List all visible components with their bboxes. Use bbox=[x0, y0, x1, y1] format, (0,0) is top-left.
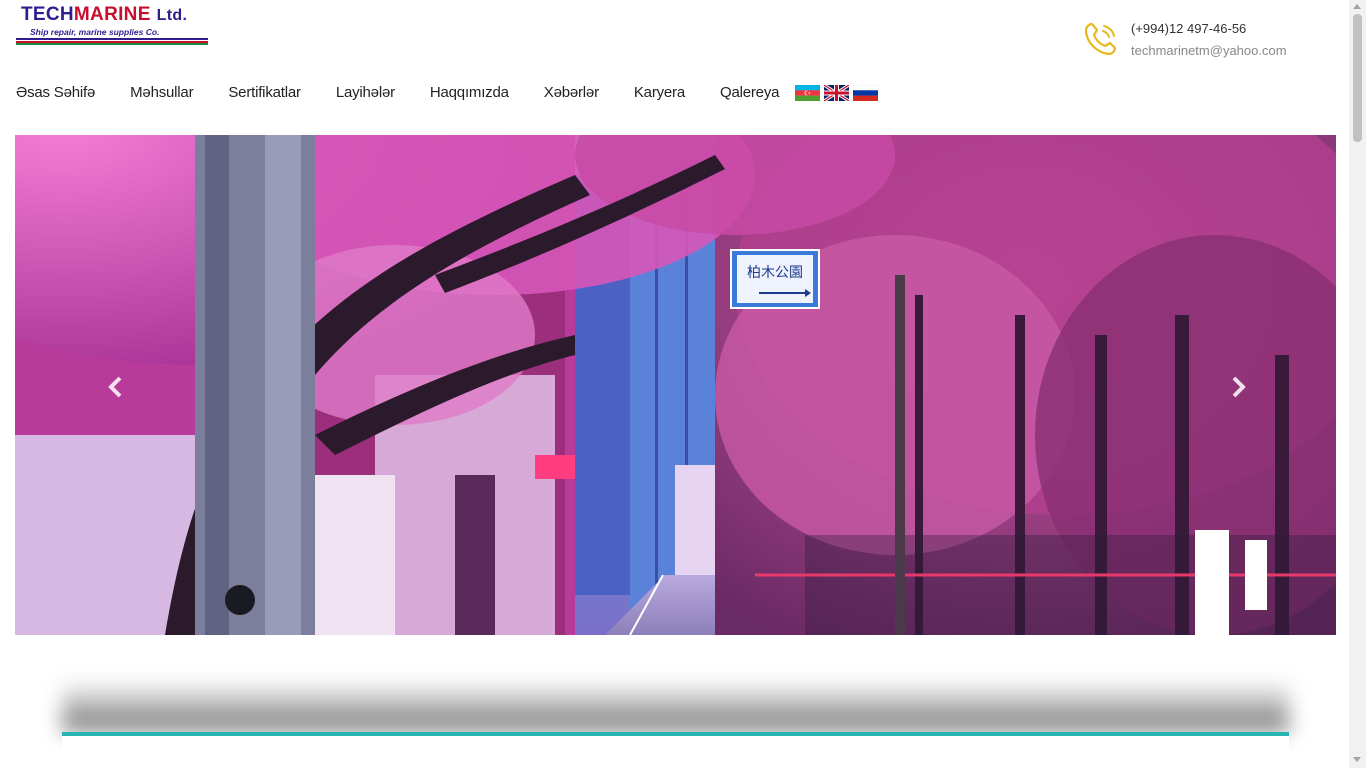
nav-item-certificates[interactable]: Sertifikatlar bbox=[228, 84, 301, 101]
page-scrollbar[interactable] bbox=[1349, 0, 1366, 768]
logo-stripes bbox=[16, 38, 208, 45]
azerbaijan-flag-icon[interactable] bbox=[795, 85, 821, 101]
header-contact: (+994)12 497-46-56 techmarinetm@yahoo.co… bbox=[1083, 18, 1313, 62]
main-nav: Əsas Səhifə Məhsullar Sertifikatlar Layi… bbox=[16, 82, 879, 102]
street-sign-text: 柏木公園 bbox=[747, 265, 803, 281]
nav-item-careers[interactable]: Karyera bbox=[634, 84, 685, 101]
street-with-pink-cherry-blossom-trees-image: 柏木公園 bbox=[15, 135, 1336, 635]
nav-item-projects[interactable]: Layihələr bbox=[336, 84, 395, 101]
content-card-shadow bbox=[62, 680, 1289, 732]
scroll-up-arrow-icon[interactable] bbox=[1353, 4, 1361, 9]
nav-item-home[interactable]: Əsas Səhifə bbox=[16, 84, 95, 101]
nav-item-gallery[interactable]: Qalereya bbox=[720, 84, 779, 101]
russia-flag-icon[interactable] bbox=[853, 85, 879, 101]
scrollbar-thumb[interactable] bbox=[1353, 14, 1362, 142]
nav-item-products[interactable]: Məhsullar bbox=[130, 84, 193, 101]
nav-item-news[interactable]: Xəbərlər bbox=[544, 84, 599, 101]
site-logo[interactable]: TECHMARINE Ltd. Ship repair, marine suppl… bbox=[16, 4, 208, 46]
chevron-left-icon[interactable] bbox=[105, 375, 129, 399]
hero-slider[interactable]: 柏木公園 bbox=[15, 135, 1336, 635]
logo-tagline: Ship repair, marine supplies Co. bbox=[30, 27, 160, 37]
scroll-down-arrow-icon[interactable] bbox=[1353, 757, 1361, 762]
chevron-right-icon[interactable] bbox=[1225, 375, 1249, 399]
logo-wordmark: TECHMARINE Ltd. bbox=[21, 4, 188, 25]
nav-item-about[interactable]: Haqqımızda bbox=[430, 84, 509, 101]
contact-email[interactable]: techmarinetm@yahoo.com bbox=[1131, 43, 1287, 58]
phone-icon bbox=[1084, 22, 1117, 56]
language-switcher bbox=[795, 85, 879, 101]
content-card bbox=[62, 732, 1289, 768]
uk-flag-icon[interactable] bbox=[824, 85, 850, 101]
contact-phone[interactable]: (+994)12 497-46-56 bbox=[1131, 21, 1246, 36]
